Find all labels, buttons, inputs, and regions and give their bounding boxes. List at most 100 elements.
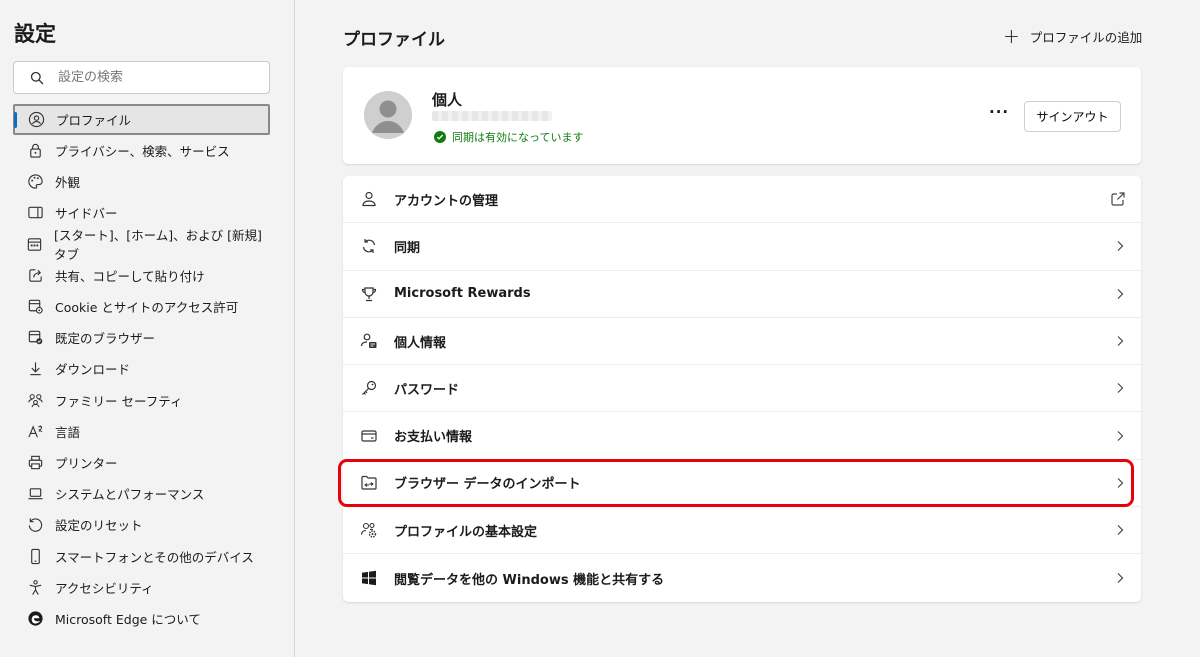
sidebar-item-label: 共有、コピーして貼り付け [55, 268, 205, 284]
sidebar-title: 設定 [14, 22, 56, 46]
sidebar-item-label: システムとパフォーマンス [55, 487, 205, 503]
sidebar-item-label: 言語 [55, 424, 81, 440]
sidebar-item-phone-devices[interactable]: スマートフォンとその他のデバイス [13, 540, 270, 571]
windows-logo-icon [359, 568, 379, 588]
sidebar-item-start-home-newtab[interactable]: [スタート]、[ホーム]、および [新規] タブ [13, 228, 270, 262]
import-folder-icon [359, 473, 379, 493]
list-item-microsoft-rewards[interactable]: Microsoft Rewards [343, 271, 1141, 318]
home-tab-icon [26, 235, 43, 253]
plus-icon: + [1003, 24, 1020, 48]
sidebar-item-reset-settings[interactable]: 設定のリセット [13, 509, 270, 540]
page-title: プロファイル [343, 30, 445, 50]
sync-status: 同期は有効になっています [434, 129, 583, 145]
sidebar-item-system-performance[interactable]: システムとパフォーマンス [13, 478, 270, 509]
edge-logo-icon [26, 609, 44, 627]
download-icon [26, 360, 44, 378]
chevron-right-icon [1114, 335, 1126, 347]
sidebar-item-label: サイドバー [55, 206, 118, 222]
settings-sidebar: 設定 プロファイル プライバシー、検索、サービス 外観 サイドバー [スタート]… [0, 0, 295, 657]
list-item-payment-info[interactable]: お支払い情報 [343, 412, 1141, 460]
sidebar-item-family-safety[interactable]: ファミリー セーフティ [13, 385, 270, 416]
sidebar-item-label: 外観 [55, 175, 81, 191]
key-icon [359, 378, 379, 398]
checkmark-icon [434, 131, 446, 143]
chevron-right-icon [1114, 524, 1126, 536]
add-profile-button[interactable]: + プロファイルの追加 [1003, 26, 1142, 46]
people-settings-icon [359, 520, 379, 540]
lock-icon [26, 142, 44, 160]
chevron-right-icon [1114, 288, 1126, 300]
sidebar-icon [26, 204, 44, 222]
sidebar-item-appearance[interactable]: 外観 [13, 166, 270, 197]
sidebar-item-printers[interactable]: プリンター [13, 447, 270, 478]
row-label: ブラウザー データのインポート [394, 477, 581, 493]
signout-button[interactable]: サインアウト [1024, 101, 1121, 132]
person-outline-icon [359, 189, 379, 209]
cookie-icon [26, 298, 44, 316]
sidebar-item-label: スマートフォンとその他のデバイス [55, 549, 254, 565]
chevron-right-icon [1114, 477, 1126, 489]
list-item-share-browsing-data[interactable]: 閲覧データを他の Windows 機能と共有する [343, 554, 1141, 601]
sidebar-item-default-browser[interactable]: 既定のブラウザー [13, 322, 270, 353]
list-item-passwords[interactable]: パスワード [343, 365, 1141, 413]
list-item-sync[interactable]: 同期 [343, 223, 1141, 271]
reset-icon [26, 516, 44, 534]
row-label: アカウントの管理 [394, 193, 499, 209]
chevron-right-icon [1114, 572, 1126, 584]
sidebar-item-label: Microsoft Edge について [55, 611, 201, 627]
trophy-icon [359, 284, 379, 304]
profile-card: 個人 同期は有効になっています ··· サインアウト [343, 67, 1141, 164]
sidebar-item-cookies-permissions[interactable]: Cookie とサイトのアクセス許可 [13, 291, 270, 322]
sidebar-item-sidebar[interactable]: サイドバー [13, 197, 270, 228]
chevron-right-icon [1114, 240, 1126, 252]
sidebar-item-label: Cookie とサイトのアクセス許可 [55, 300, 239, 316]
sidebar-item-label: アクセシビリティ [55, 580, 154, 596]
external-link-icon [1110, 191, 1126, 207]
settings-search-box[interactable] [13, 61, 270, 94]
sidebar-item-profile[interactable]: プロファイル [13, 104, 270, 135]
list-item-import-browser-data[interactable]: ブラウザー データのインポート [343, 460, 1141, 508]
sidebar-item-accessibility[interactable]: アクセシビリティ [13, 572, 270, 603]
list-item-personal-info[interactable]: 個人情報 [343, 318, 1141, 366]
laptop-icon [26, 485, 44, 503]
sidebar-item-label: プロファイル [56, 113, 132, 128]
sidebar-item-downloads[interactable]: ダウンロード [13, 353, 270, 384]
sync-status-text: 同期は有効になっています [452, 131, 584, 144]
language-icon [26, 422, 44, 440]
row-label: お支払い情報 [394, 430, 473, 446]
profile-settings-list: アカウントの管理 同期 Microsoft Rewards 個人情報 パスワード… [343, 176, 1141, 602]
blurred-email [432, 111, 552, 121]
share-icon [26, 266, 44, 284]
avatar [364, 91, 412, 139]
add-profile-label: プロファイルの追加 [1029, 29, 1143, 45]
sidebar-item-about-edge[interactable]: Microsoft Edge について [13, 603, 270, 634]
accessibility-icon [26, 578, 44, 596]
sidebar-item-label: ファミリー セーフティ [55, 393, 183, 409]
sidebar-item-label: 既定のブラウザー [55, 331, 156, 347]
chevron-right-icon [1114, 382, 1126, 394]
sidebar-item-label: プリンター [55, 455, 118, 471]
settings-nav: プロファイル プライバシー、検索、サービス 外観 サイドバー [スタート]、[ホ… [13, 104, 270, 634]
sidebar-item-share-copy-paste[interactable]: 共有、コピーして貼り付け [13, 260, 270, 291]
more-options-button[interactable]: ··· [989, 103, 1009, 121]
default-browser-icon [26, 329, 44, 347]
sidebar-item-privacy[interactable]: プライバシー、検索、サービス [13, 135, 270, 166]
list-item-profile-preferences[interactable]: プロファイルの基本設定 [343, 507, 1141, 555]
phone-icon [26, 547, 44, 565]
search-icon [30, 71, 44, 84]
sync-icon [359, 236, 379, 256]
sidebar-item-label: ダウンロード [55, 362, 131, 378]
profile-name: 個人 [432, 91, 463, 109]
sidebar-item-label: プライバシー、検索、サービス [55, 144, 230, 160]
palette-icon [26, 173, 44, 191]
family-icon [26, 391, 44, 409]
list-item-manage-account[interactable]: アカウントの管理 [343, 176, 1141, 224]
printer-icon [26, 453, 44, 471]
row-label: 個人情報 [394, 335, 447, 351]
sidebar-item-languages[interactable]: 言語 [13, 416, 270, 447]
row-label: Microsoft Rewards [394, 286, 531, 302]
row-label: 同期 [394, 240, 421, 256]
settings-search-input[interactable] [58, 70, 248, 85]
row-label: パスワード [394, 382, 460, 398]
row-label: プロファイルの基本設定 [394, 524, 538, 540]
